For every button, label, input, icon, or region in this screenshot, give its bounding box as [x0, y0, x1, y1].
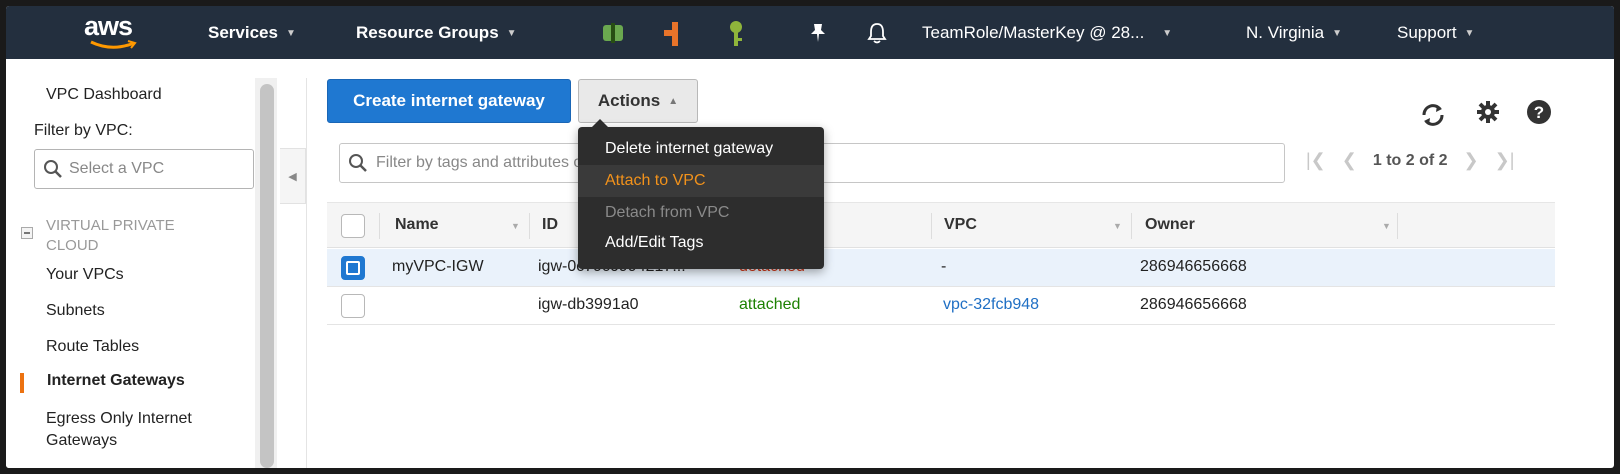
sort-icon[interactable]: ▼: [511, 221, 520, 231]
column-header-vpc[interactable]: VPC: [944, 216, 977, 234]
account-label: TeamRole/MasterKey @ 28...: [922, 23, 1145, 42]
sidebar-collapse-button[interactable]: ◀: [280, 148, 306, 204]
region-label: N. Virginia: [1246, 23, 1325, 42]
support-menu[interactable]: Support ▼: [1397, 23, 1474, 43]
section-virtual-private-cloud: VIRTUAL PRIVATE CLOUD: [46, 217, 175, 254]
search-icon: [349, 154, 367, 172]
pin-icon[interactable]: [808, 22, 828, 44]
sidebar-item-internet-gateways[interactable]: Internet Gateways: [47, 372, 185, 390]
help-icon[interactable]: ?: [1526, 99, 1552, 125]
column-divider: [1397, 213, 1398, 239]
column-divider: [529, 213, 530, 239]
chevron-up-icon: ▲: [668, 95, 679, 107]
chevron-down-icon: ▼: [1162, 27, 1173, 39]
menu-item-attach-to-vpc[interactable]: Attach to VPC: [578, 165, 824, 197]
svg-text:?: ?: [1534, 103, 1544, 122]
table-row[interactable]: igw-db3991a0 attached vpc-32fcb948 28694…: [327, 287, 1555, 325]
create-internet-gateway-button[interactable]: Create internet gateway: [327, 79, 571, 123]
pagination: |❮ ❮ 1 to 2 of 2 ❯ ❯|: [1306, 150, 1514, 171]
services-label: Services: [208, 23, 278, 42]
row-name: myVPC-IGW: [392, 258, 484, 275]
select-all-checkbox[interactable]: [341, 214, 365, 238]
sidebar-item-subnets[interactable]: Subnets: [46, 302, 105, 320]
sort-icon[interactable]: ▼: [1113, 221, 1122, 231]
column-header-owner[interactable]: Owner: [1145, 216, 1195, 234]
actions-dropdown-menu: Delete internet gateway Attach to VPC De…: [578, 119, 824, 269]
first-page-icon[interactable]: |❮: [1306, 150, 1326, 171]
actions-label: Actions: [597, 91, 661, 110]
region-menu[interactable]: N. Virginia ▼: [1246, 23, 1342, 43]
gear-icon[interactable]: [1476, 100, 1500, 124]
search-icon: [44, 160, 62, 178]
table-row[interactable]: myVPC-IGW igw-0c79c0994217... detached -…: [327, 249, 1555, 287]
cloudformation-icon[interactable]: [600, 20, 626, 46]
column-divider: [1131, 213, 1132, 239]
filter-by-vpc-label: Filter by VPC:: [34, 122, 133, 139]
table-header: Name ▼ ID VPC ▼ Owner ▼: [327, 202, 1555, 248]
row-id: igw-db3991a0: [538, 296, 639, 313]
chevron-left-icon: ◀: [288, 170, 297, 183]
row-owner: 286946656668: [1140, 258, 1247, 275]
aws-logo[interactable]: aws: [84, 13, 144, 54]
chevron-down-icon: ▼: [506, 27, 517, 39]
top-nav: aws Services ▼ Resource Groups ▼ TeamRol…: [6, 6, 1614, 59]
menu-item-detach-from-vpc: Detach from VPC: [605, 204, 730, 221]
actions-button[interactable]: Actions ▲: [578, 79, 698, 123]
account-menu[interactable]: TeamRole/MasterKey @ 28... ▼: [922, 23, 1172, 43]
sidebar-item-egress-only-internet-gateways[interactable]: Egress Only Internet Gateways: [46, 408, 236, 452]
row-state: attached: [739, 296, 801, 313]
collapse-section-icon[interactable]: [21, 227, 33, 239]
pagination-count: 1 to 2 of 2: [1372, 151, 1448, 169]
app-window: aws Services ▼ Resource Groups ▼ TeamRol…: [6, 6, 1614, 468]
vpc-select[interactable]: Select a VPC: [34, 149, 254, 189]
row-checkbox[interactable]: [341, 294, 365, 318]
chevron-down-icon: ▼: [1332, 27, 1343, 39]
sidebar-scrollbar-thumb[interactable]: [260, 84, 274, 468]
row-vpc-link[interactable]: vpc-32fcb948: [943, 296, 1039, 314]
bell-icon[interactable]: [866, 22, 888, 44]
sidebar-item-vpc-dashboard[interactable]: VPC Dashboard: [46, 86, 162, 104]
last-page-icon[interactable]: ❯|: [1495, 150, 1515, 171]
menu-item-add-edit-tags[interactable]: Add/Edit Tags: [578, 227, 824, 259]
row-vpc: -: [941, 258, 947, 275]
next-page-icon[interactable]: ❯: [1464, 150, 1479, 171]
sort-icon[interactable]: ▼: [1382, 221, 1391, 231]
chevron-down-icon: ▼: [285, 27, 296, 39]
sidebar-item-your-vpcs[interactable]: Your VPCs: [46, 266, 124, 284]
services-menu[interactable]: Services ▼: [208, 23, 296, 43]
divider: [306, 78, 307, 468]
column-header-name[interactable]: Name: [395, 216, 439, 234]
column-divider: [379, 213, 380, 239]
prev-page-icon[interactable]: ❮: [1342, 150, 1357, 171]
row-owner: 286946656668: [1140, 296, 1247, 313]
sidebar-item-route-tables[interactable]: Route Tables: [46, 338, 139, 356]
column-divider: [931, 213, 932, 239]
refresh-icon[interactable]: [1420, 102, 1446, 128]
lambda-icon[interactable]: [662, 20, 688, 48]
resource-groups-menu[interactable]: Resource Groups ▼: [356, 23, 517, 43]
menu-item-delete-internet-gateway[interactable]: Delete internet gateway: [578, 133, 824, 165]
sidebar: VPC Dashboard Filter by VPC: Select a VP…: [6, 62, 266, 468]
resource-groups-label: Resource Groups: [356, 23, 499, 42]
iam-icon[interactable]: [724, 20, 748, 48]
support-label: Support: [1397, 23, 1457, 42]
vpc-select-placeholder: Select a VPC: [69, 160, 165, 177]
column-header-id[interactable]: ID: [542, 216, 558, 234]
row-checkbox[interactable]: [341, 256, 365, 280]
chevron-down-icon: ▼: [1464, 27, 1475, 39]
active-indicator: [20, 373, 24, 393]
